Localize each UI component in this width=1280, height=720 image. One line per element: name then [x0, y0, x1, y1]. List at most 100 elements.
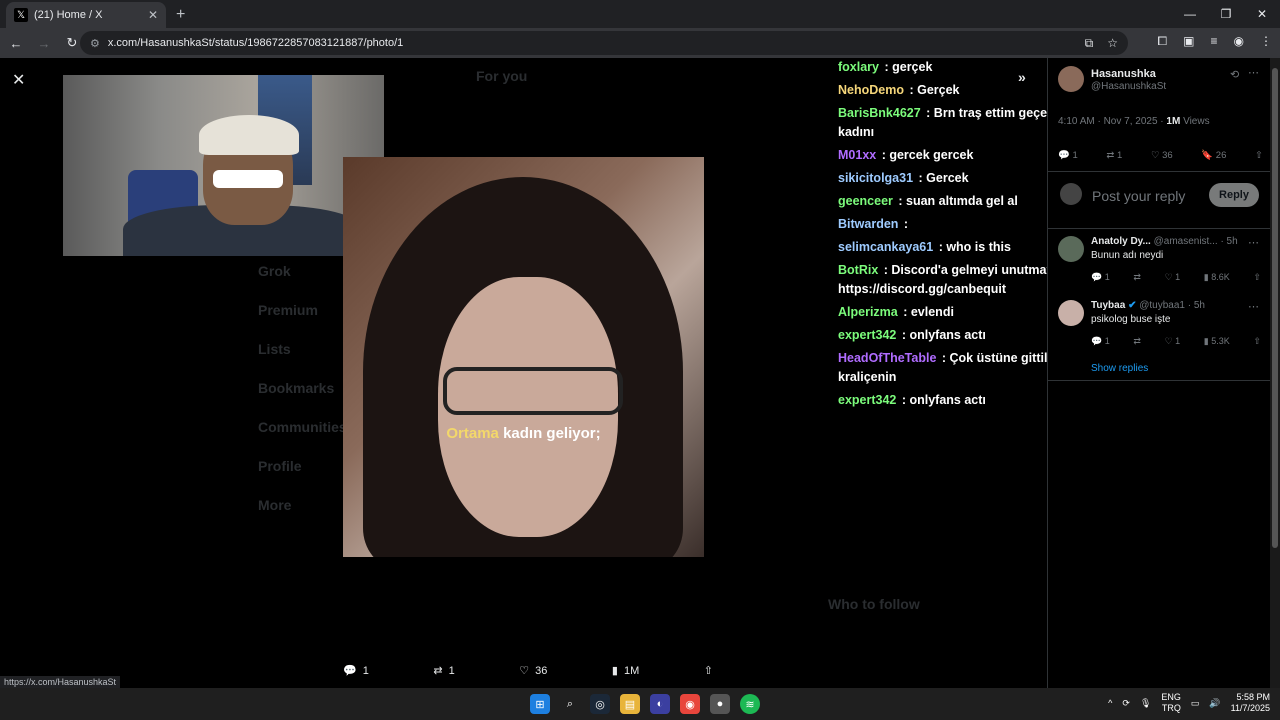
author-name[interactable]: Hasanushka — [1091, 68, 1156, 80]
grok-icon[interactable]: ⟲ — [1230, 68, 1239, 81]
share-action[interactable]: ⇧ — [704, 664, 713, 677]
clock[interactable]: 5:58 PM 11/7/2025 — [1231, 692, 1270, 714]
scrollbar[interactable] — [1270, 58, 1280, 688]
split-view-icon[interactable]: ▣ — [1183, 34, 1194, 49]
chat-username[interactable]: sikicitolga31 — [838, 171, 913, 185]
chat-username[interactable]: BotRix — [838, 263, 878, 277]
show-replies-link[interactable]: Show replies — [1091, 363, 1148, 374]
background-nav-more: More — [258, 497, 292, 513]
microphone-icon[interactable]: 🎙 — [1140, 698, 1151, 709]
media-controls-icon[interactable]: ≡ — [1211, 34, 1218, 49]
reply-like-button[interactable]: ♡ 1 — [1165, 272, 1181, 283]
chat-message: expert342 : onlyfans actı — [838, 326, 1047, 345]
media-viewer: For you Grok Premium Lists Bookmarks Com… — [0, 58, 1047, 688]
obs-icon[interactable]: ● — [710, 694, 730, 714]
chat-username[interactable]: NehoDemo — [838, 83, 904, 97]
my-avatar — [1060, 183, 1082, 205]
chat-username[interactable]: Alperizma — [838, 305, 898, 319]
chat-text: : gerçek — [881, 60, 933, 74]
language-indicator[interactable]: ENG TRQ — [1161, 692, 1181, 714]
url-field[interactable]: ⚙ x.com/HasanushkaSt/status/198672285708… — [80, 31, 1128, 55]
chat-username[interactable]: selimcankaya61 — [838, 240, 933, 254]
chat-username[interactable]: geenceer — [838, 194, 893, 208]
reply-views[interactable]: ▮ 5.3K — [1204, 336, 1230, 347]
display-icon[interactable]: ▭ — [1191, 698, 1200, 709]
new-tab-button[interactable]: + — [176, 2, 185, 28]
chat-text: : onlyfans actı — [898, 393, 986, 407]
reply-more-icon[interactable]: ⋯ — [1248, 236, 1259, 249]
browser-tab[interactable]: 𝕏 (21) Home / X ✕ — [6, 2, 166, 28]
reply-more-icon[interactable]: ⋯ — [1248, 300, 1259, 313]
background-nav-lists: Lists — [258, 341, 291, 357]
chrome-icon[interactable]: ◉ — [680, 694, 700, 714]
start-icon[interactable]: ⊞ — [530, 694, 550, 714]
reply-text: Bunun adı neydi — [1091, 250, 1164, 261]
reply-repost-button[interactable]: ⇄ — [1133, 272, 1141, 283]
restore-icon[interactable]: ❐ — [1208, 0, 1244, 28]
reply-comment-button[interactable]: 💬 1 — [1091, 336, 1110, 347]
panel-like-button[interactable]: ♡ 36 — [1151, 150, 1173, 161]
tray-chevron-icon[interactable]: ^ — [1108, 698, 1112, 708]
reply-action[interactable]: 💬 1 — [343, 664, 369, 678]
status-bar-url: https://x.com/HasanushkaSt — [0, 676, 121, 688]
discord-icon[interactable]: ◐ — [650, 694, 670, 714]
scrollbar-thumb[interactable] — [1272, 68, 1278, 548]
divider — [1048, 228, 1271, 229]
file-explorer-icon[interactable]: ▤ — [620, 694, 640, 714]
panel-repost-button[interactable]: ⇄ 1 — [1106, 150, 1122, 161]
tweet-video[interactable]: Ortama kadın geliyor; — [343, 157, 704, 557]
menu-icon[interactable]: ⋮ — [1260, 34, 1272, 49]
window-close-icon[interactable]: ✕ — [1244, 0, 1280, 28]
bookmark-star-icon[interactable]: ☆ — [1107, 36, 1118, 51]
views-action[interactable]: ▮ 1M — [612, 664, 639, 678]
panel-reply-button[interactable]: 💬 1 — [1058, 150, 1078, 161]
install-app-icon[interactable]: ⧉ — [1085, 36, 1094, 51]
chat-username[interactable]: foxlary — [838, 60, 879, 74]
stream-chat-overlay: » foxlary : gerçek NehoDemo : Gerçek Baris… — [838, 58, 1047, 414]
chat-username[interactable]: HeadOfTheTable — [838, 351, 936, 365]
reply-repost-button[interactable]: ⇄ — [1133, 336, 1141, 347]
reply-views[interactable]: ▮ 8.6K — [1204, 272, 1230, 283]
chat-message: BarisBnk4627 : Brn traş ettim geçen bu k… — [838, 104, 1047, 142]
extensions-icon[interactable]: ⧠ — [1158, 34, 1168, 49]
more-options-icon[interactable]: ⋯ — [1248, 66, 1259, 79]
author-avatar[interactable] — [1058, 66, 1084, 92]
chat-message: Bitwarden : — [838, 215, 1047, 234]
chat-message: NehoDemo : Gerçek — [838, 81, 1047, 100]
back-icon[interactable]: ← — [4, 36, 28, 51]
tray-sync-icon[interactable]: ⟳ — [1122, 698, 1130, 709]
forward-icon[interactable]: → — [32, 36, 56, 51]
close-viewer-icon[interactable]: ✕ — [12, 70, 25, 90]
like-action[interactable]: ♡ 36 — [519, 664, 547, 678]
chat-username[interactable]: expert342 — [838, 328, 896, 342]
reply-icon: 💬 — [343, 665, 357, 677]
reply-button[interactable]: Reply — [1209, 183, 1259, 207]
reply-comment-button[interactable]: 💬 1 — [1091, 272, 1110, 283]
profile-icon[interactable]: ◉ — [1234, 34, 1244, 49]
panel-share-button[interactable]: ⇧ — [1255, 150, 1263, 161]
site-info-icon[interactable]: ⚙ — [90, 37, 100, 50]
volume-icon[interactable]: 🔊 — [1209, 698, 1220, 709]
spotify-icon[interactable]: ≋ — [740, 694, 760, 714]
chat-username[interactable]: BarisBnk4627 — [838, 106, 921, 120]
chat-username[interactable]: expert342 — [838, 393, 896, 407]
address-bar: ← → ↻ ⚙ x.com/HasanushkaSt/status/198672… — [0, 28, 1280, 58]
expand-panel-icon[interactable]: » — [1018, 68, 1026, 87]
minimize-icon[interactable]: — — [1172, 0, 1208, 28]
reply-share-button[interactable]: ⇧ — [1253, 272, 1261, 283]
tab-close-button[interactable]: ✕ — [148, 8, 158, 22]
author-handle[interactable]: @HasanushkaSt — [1091, 81, 1166, 92]
repost-action[interactable]: ⇄ 1 — [433, 664, 454, 678]
chat-username[interactable]: Bitwarden — [838, 217, 898, 231]
panel-bookmark-button[interactable]: 🔖 26 — [1201, 150, 1226, 161]
windows-taskbar: ⊞ ⌕ ◎ ▤ ◐ ◉ ● ≋ ^ ⟳ 🎙 ENG TRQ ▭ 🔊 5:58 PM… — [0, 688, 1280, 720]
reply-avatar[interactable] — [1058, 300, 1084, 326]
search-icon[interactable]: ⌕ — [560, 694, 580, 714]
steam-icon[interactable]: ◎ — [590, 694, 610, 714]
reply-input[interactable]: Post your reply — [1092, 188, 1185, 204]
reply-like-button[interactable]: ♡ 1 — [1165, 336, 1181, 347]
chat-username[interactable]: M01xx — [838, 148, 876, 162]
background-who-to-follow: Who to follow — [828, 596, 920, 612]
reply-share-button[interactable]: ⇧ — [1253, 336, 1261, 347]
reply-avatar[interactable] — [1058, 236, 1084, 262]
